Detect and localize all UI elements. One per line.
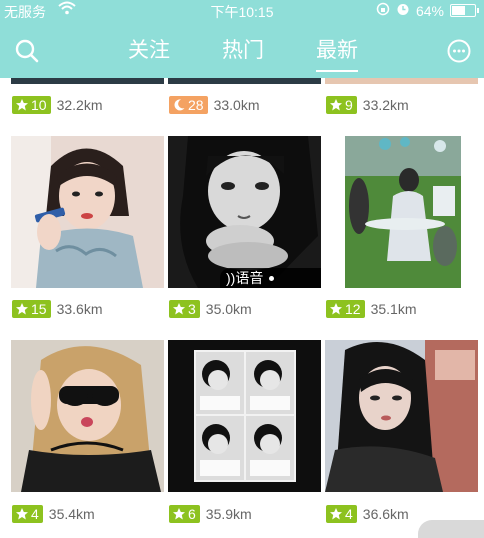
battery-percent: 64%: [415, 2, 444, 19]
tab-popular[interactable]: 热门: [222, 34, 264, 70]
profile-photo[interactable]: [11, 340, 164, 492]
distance-label: 33.2km: [362, 97, 409, 113]
star-count: 15: [31, 301, 47, 317]
distance-label: 35.4km: [48, 506, 95, 522]
search-icon[interactable]: [14, 38, 40, 64]
star-badge: 12: [326, 300, 365, 318]
voice-label: ))语音: [226, 270, 264, 286]
star-badge: 3: [169, 300, 200, 318]
profile-photo[interactable]: [325, 340, 478, 492]
distance-label: 32.2km: [56, 97, 103, 113]
star-icon: [16, 303, 28, 315]
battery-icon: [450, 4, 479, 17]
star-icon: [16, 508, 28, 520]
list-item-meta: 28 33.0km: [169, 94, 260, 116]
voice-tag[interactable]: ))语音: [220, 268, 321, 288]
profile-photo[interactable]: [168, 340, 321, 492]
moon-badge: 28: [169, 96, 208, 114]
list-item-meta: 12 35.1km: [326, 298, 417, 320]
moon-icon: [174, 99, 185, 111]
star-count: 12: [345, 301, 361, 317]
list-item-meta: 3 35.0km: [169, 298, 252, 320]
moon-count: 28: [188, 97, 204, 113]
star-count: 3: [188, 301, 196, 317]
star-badge: 6: [169, 505, 200, 523]
star-icon: [173, 508, 185, 520]
message-icon[interactable]: [446, 38, 472, 64]
distance-label: 36.6km: [362, 506, 409, 522]
distance-label: 35.0km: [205, 301, 252, 317]
star-badge: 15: [12, 300, 51, 318]
list-item-meta: 4 36.6km: [326, 503, 409, 525]
list-item-meta: 6 35.9km: [169, 503, 252, 525]
dot-icon: [269, 275, 275, 281]
star-badge: 10: [12, 96, 51, 114]
profile-photo[interactable]: [345, 136, 461, 288]
star-count: 4: [31, 506, 39, 522]
floating-button[interactable]: [418, 520, 484, 538]
star-count: 6: [188, 506, 196, 522]
top-nav-bar: 关注 热门 最新: [0, 22, 484, 78]
star-icon: [173, 303, 185, 315]
status-bar: 无服务 下午10:15 64%: [0, 0, 484, 22]
star-badge: 9: [326, 96, 357, 114]
distance-label: 35.9km: [205, 506, 252, 522]
tab-following[interactable]: 关注: [128, 34, 170, 70]
star-badge: 4: [12, 505, 43, 523]
distance-label: 35.1km: [370, 301, 417, 317]
star-count: 9: [345, 97, 353, 113]
alarm-icon: [396, 2, 410, 19]
list-item-meta: 15 33.6km: [12, 298, 103, 320]
profile-photo[interactable]: [11, 136, 164, 288]
orientation-lock-icon: [376, 2, 390, 19]
star-icon: [330, 99, 342, 111]
tab-latest[interactable]: 最新: [316, 34, 358, 72]
star-badge: 4: [326, 505, 357, 523]
star-count: 10: [31, 97, 47, 113]
previous-row-images: [0, 78, 484, 86]
list-item-meta: 9 33.2km: [326, 94, 409, 116]
list-item-meta: 10 32.2km: [12, 94, 103, 116]
distance-label: 33.6km: [56, 301, 103, 317]
list-item-meta: 4 35.4km: [12, 503, 95, 525]
star-icon: [16, 99, 28, 111]
profile-photo[interactable]: ))语音: [168, 136, 321, 288]
star-count: 4: [345, 506, 353, 522]
distance-label: 33.0km: [213, 97, 260, 113]
star-icon: [330, 508, 342, 520]
star-icon: [330, 303, 342, 315]
